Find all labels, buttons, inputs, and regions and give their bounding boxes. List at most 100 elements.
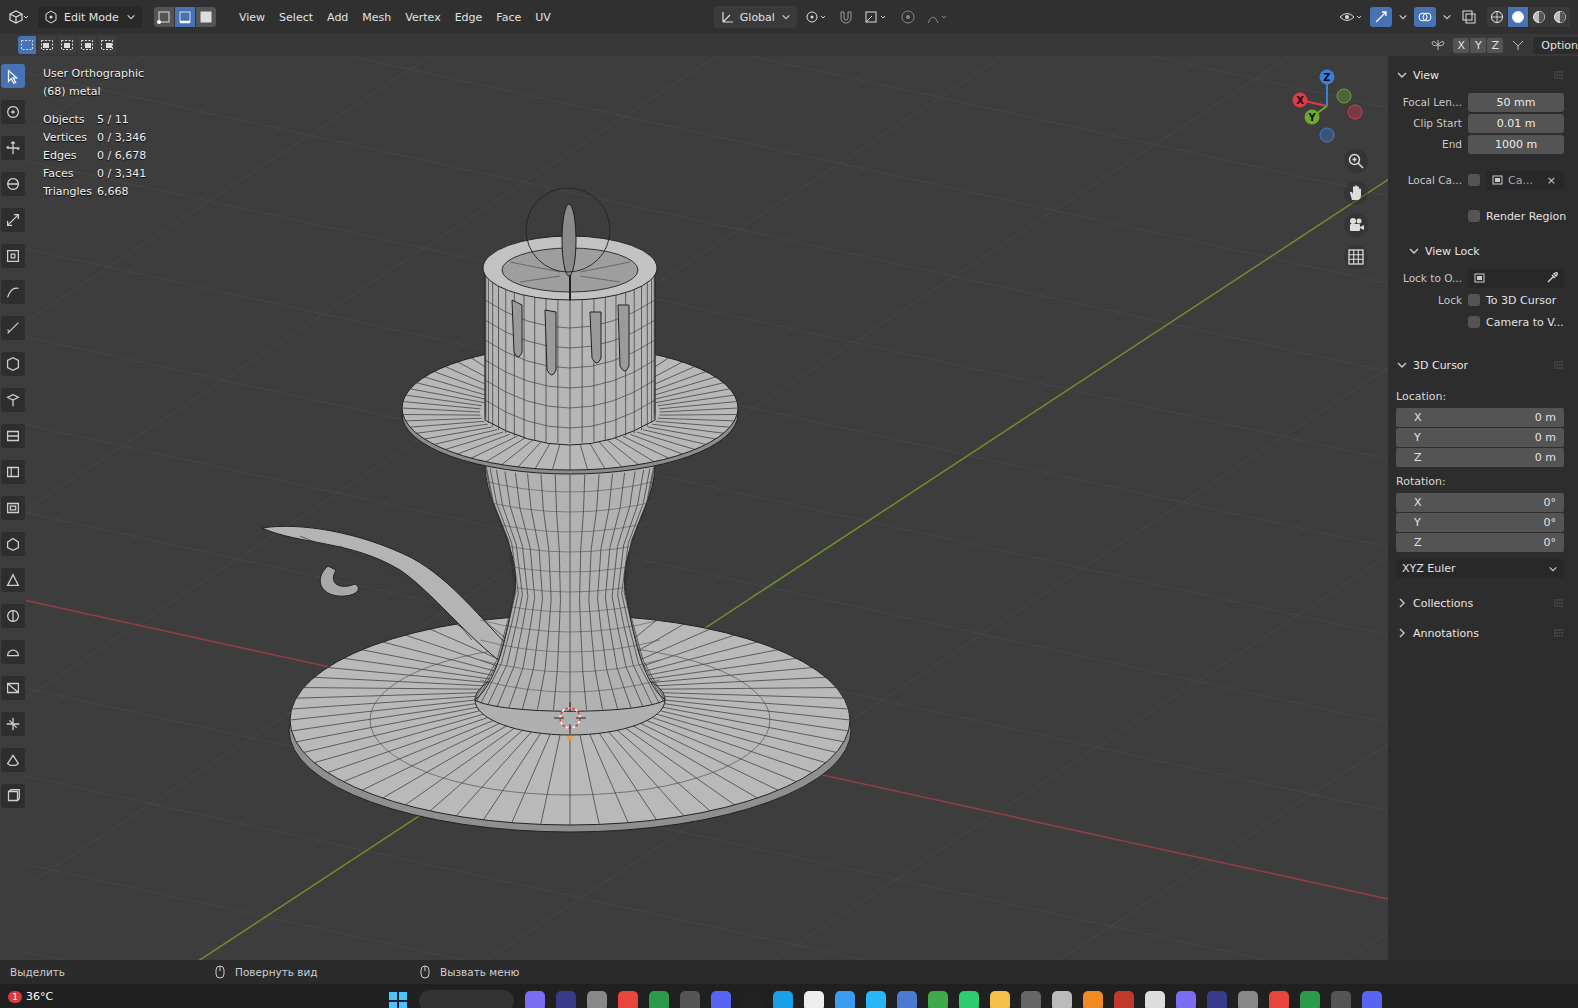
zoom-button[interactable] <box>1344 149 1368 173</box>
xray-toggle[interactable] <box>1458 7 1480 27</box>
tool-button[interactable] <box>1 496 25 520</box>
tool-button[interactable] <box>1 640 25 664</box>
view-lock-header[interactable]: View Lock <box>1396 238 1564 264</box>
gizmo-toggle[interactable] <box>1370 7 1392 27</box>
gizmo-menu[interactable] <box>1395 7 1411 27</box>
menu-item[interactable]: UV <box>528 8 558 27</box>
mirror-axis-toggle[interactable]: Y <box>1470 38 1486 53</box>
local-camera-checkbox[interactable] <box>1468 174 1480 186</box>
tool-button[interactable] <box>1 712 25 736</box>
shading-button[interactable] <box>1529 7 1549 27</box>
weather-widget[interactable]: 136°C <box>0 990 388 1003</box>
menu-item[interactable]: Add <box>320 8 355 27</box>
menu-item[interactable]: Mesh <box>355 8 398 27</box>
taskbar-app-icon[interactable] <box>1238 991 1258 1008</box>
tool-button[interactable] <box>1 64 25 88</box>
number-field[interactable]: 1000 m <box>1468 135 1564 154</box>
tool-button[interactable] <box>1 244 25 268</box>
camera-view-button[interactable] <box>1344 213 1368 237</box>
taskbar-app-icon[interactable] <box>1083 991 1103 1008</box>
taskbar-app-icon[interactable] <box>556 991 576 1008</box>
taskbar-app-icon[interactable] <box>1362 991 1382 1008</box>
tool-button[interactable] <box>1 316 25 340</box>
taskbar-app-icon[interactable] <box>525 991 545 1008</box>
rotation-field[interactable]: X0° <box>1396 493 1564 512</box>
view-panel-header[interactable]: View <box>1396 62 1564 88</box>
tool-button[interactable] <box>1 568 25 592</box>
taskbar-app-icon[interactable] <box>587 991 607 1008</box>
menu-item[interactable]: Select <box>272 8 320 27</box>
falloff-button[interactable] <box>923 7 953 27</box>
scene-canvas[interactable] <box>26 56 1388 960</box>
windows-logo-icon[interactable] <box>388 991 408 1008</box>
menu-item[interactable]: Edge <box>448 8 490 27</box>
gizmo-axis[interactable]: X <box>1293 93 1363 120</box>
taskbar-app-icon[interactable] <box>1145 991 1165 1008</box>
box-mode-button[interactable] <box>18 36 36 54</box>
shading-button[interactable] <box>1550 7 1570 27</box>
taskbar-app-icon[interactable] <box>990 991 1010 1008</box>
3d-viewport[interactable]: User Orthographic(68) metalObjects5 / 11… <box>26 56 1388 960</box>
tool-button[interactable] <box>1 604 25 628</box>
tool-button[interactable] <box>1 208 25 232</box>
tool-button[interactable] <box>1 352 25 376</box>
box-mode-button[interactable] <box>98 36 116 54</box>
tool-button[interactable] <box>1 388 25 412</box>
mesh-symmetry-button[interactable] <box>1427 35 1449 55</box>
location-field[interactable]: Z0 m <box>1396 448 1564 467</box>
options-button[interactable]: Option <box>1533 37 1578 54</box>
number-field[interactable]: 50 mm <box>1468 93 1564 112</box>
taskbar-app-icon[interactable] <box>1331 991 1351 1008</box>
tool-button[interactable] <box>1 748 25 772</box>
taskbar-app-icon[interactable] <box>1269 991 1289 1008</box>
tool-button[interactable] <box>1 784 25 808</box>
select-mode-button[interactable] <box>175 7 195 27</box>
pivot-button[interactable] <box>801 7 831 27</box>
pan-button[interactable] <box>1344 181 1368 205</box>
taskbar-app-icon[interactable] <box>928 991 948 1008</box>
tool-button[interactable] <box>1 280 25 304</box>
number-field[interactable]: 0.01 m <box>1468 114 1564 133</box>
snap-target-button[interactable] <box>861 7 893 27</box>
menu-item[interactable]: Face <box>489 8 528 27</box>
gizmo-axis[interactable]: Y <box>1305 89 1352 125</box>
lock-checkbox[interactable]: To 3D Cursor <box>1468 294 1556 307</box>
select-mode-button[interactable] <box>154 7 174 27</box>
render-region-checkbox[interactable]: Render Region <box>1468 210 1566 223</box>
box-mode-button[interactable] <box>38 36 56 54</box>
lock-object-field[interactable] <box>1468 269 1564 288</box>
overlay-menu[interactable] <box>1439 7 1455 27</box>
taskbar-app-icon[interactable] <box>1021 991 1041 1008</box>
tool-button[interactable] <box>1 100 25 124</box>
mode-dropdown[interactable]: Edit Mode <box>38 6 142 28</box>
snap-button[interactable] <box>835 7 857 27</box>
shading-button[interactable] <box>1487 7 1507 27</box>
orientation-dropdown[interactable]: Global <box>714 6 797 28</box>
tool-button[interactable] <box>1 532 25 556</box>
taskbar-app-icon[interactable] <box>804 991 824 1008</box>
menu-item[interactable]: Vertex <box>398 8 447 27</box>
3d-cursor-icon[interactable] <box>554 702 586 741</box>
panel-header[interactable]: Collections <box>1396 590 1564 616</box>
taskbar-app-icon[interactable] <box>1114 991 1134 1008</box>
taskbar-app-icon[interactable] <box>680 991 700 1008</box>
visibility-button[interactable] <box>1335 7 1367 27</box>
tool-button[interactable] <box>1 172 25 196</box>
tool-button[interactable] <box>1 424 25 448</box>
taskbar-app-icon[interactable] <box>959 991 979 1008</box>
box-mode-button[interactable] <box>58 36 76 54</box>
taskbar-app-icon[interactable] <box>897 991 917 1008</box>
taskbar-app-icon[interactable] <box>835 991 855 1008</box>
rotation-mode-dropdown[interactable]: XYZ Euler <box>1396 559 1564 578</box>
perspective-toggle[interactable] <box>1344 245 1368 269</box>
clear-button[interactable]: × <box>1545 174 1558 187</box>
taskbar-search[interactable] <box>419 990 514 1008</box>
tool-button[interactable] <box>1 676 25 700</box>
overlay-toggle[interactable] <box>1414 7 1436 27</box>
navigation-gizmo[interactable]: ZXY <box>1288 66 1368 148</box>
3d-cursor-header[interactable]: 3D Cursor <box>1396 352 1564 378</box>
mirror-axis-toggle[interactable]: Z <box>1487 38 1503 53</box>
box-mode-button[interactable] <box>78 36 96 54</box>
taskbar-app-icon[interactable] <box>773 991 793 1008</box>
eyedropper-icon[interactable] <box>1546 272 1558 284</box>
